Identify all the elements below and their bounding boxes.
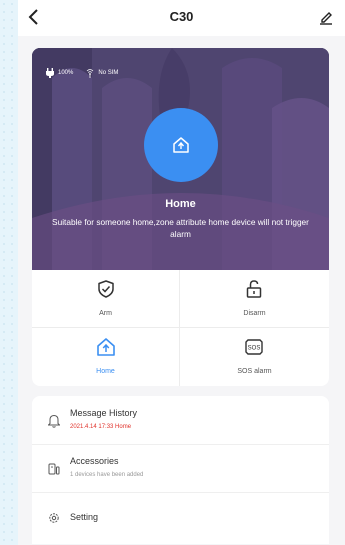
top-bar: C30 (18, 0, 345, 36)
edit-pencil-icon[interactable] (319, 9, 333, 25)
home-shield-icon (97, 338, 115, 356)
sim-status: No SIM (98, 70, 119, 76)
gear-icon (49, 513, 59, 523)
accessories-detail: 1 devices have been added (70, 472, 144, 478)
message-history-row[interactable]: Message History 2021.4.14 17:33 Home (32, 396, 329, 445)
accessories-icon (48, 463, 60, 475)
sos-label: SOS alarm (237, 368, 272, 375)
setting-label: Setting (70, 512, 99, 522)
device-status-row: 100% No SIM (46, 68, 118, 78)
settings-list: Message History 2021.4.14 17:33 Home Acc… (32, 396, 329, 544)
home-mode-button[interactable]: Home (32, 328, 180, 386)
power-plug-icon (46, 68, 54, 78)
disarm-button[interactable]: Disarm (180, 270, 329, 328)
message-history-detail: 2021.4.14 17:33 Home (70, 424, 132, 430)
mode-description: Suitable for someone home,zone attribute… (52, 217, 309, 239)
app-screen: C30 100% No SIM Home Suitable for someon… (18, 0, 345, 545)
current-mode-button[interactable] (144, 108, 218, 182)
mode-title: Home (165, 198, 196, 210)
mode-status-panel: 100% No SIM Home Suitable for someone ho… (32, 48, 329, 270)
bell-icon (48, 414, 60, 428)
svg-text:SOS: SOS (248, 346, 261, 352)
battery-level: 100% (58, 70, 74, 76)
home-label: Home (96, 368, 115, 375)
arm-button[interactable]: Arm (32, 270, 180, 328)
mode-actions-grid: Arm Disarm Home SOS SOS alarm (32, 270, 329, 386)
sos-icon: SOS (245, 339, 263, 355)
home-shield-icon (173, 137, 189, 153)
disarm-label: Disarm (243, 310, 266, 317)
accessories-label: Accessories (70, 456, 119, 466)
sos-alarm-button[interactable]: SOS SOS alarm (180, 328, 329, 386)
page-title: C30 (169, 9, 194, 24)
signal-icon (87, 69, 94, 78)
shield-check-icon (98, 280, 114, 298)
message-history-label: Message History (70, 408, 138, 418)
arm-label: Arm (99, 310, 112, 317)
unlock-icon (246, 280, 262, 298)
accessories-row[interactable]: Accessories 1 devices have been added (32, 445, 329, 493)
setting-row[interactable]: Setting (32, 493, 329, 544)
